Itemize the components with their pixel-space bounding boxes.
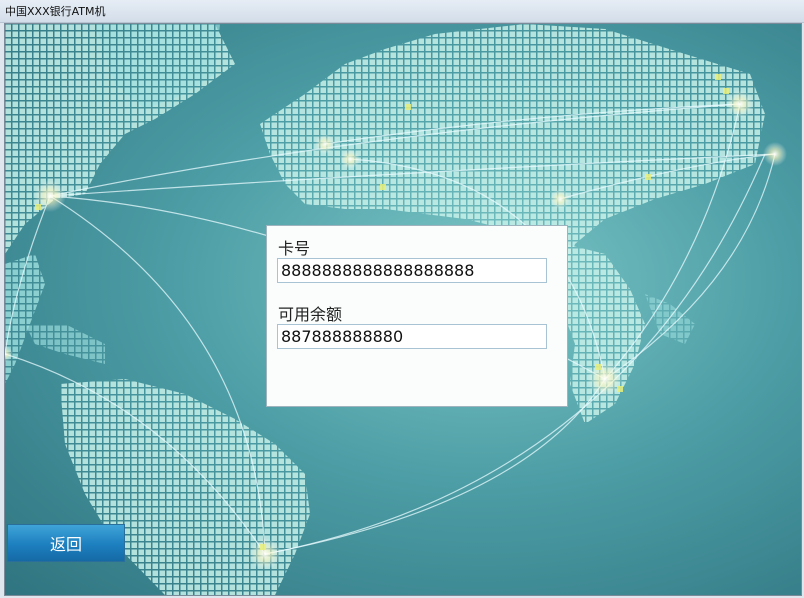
balance-field[interactable] [277, 324, 547, 349]
island-chain [645, 294, 695, 344]
continent-southeast-asia [560, 244, 645, 424]
balance-label: 可用余额 [278, 305, 343, 324]
card-number-field[interactable] [277, 258, 547, 283]
title-bar[interactable]: 中国XXX银行ATM机 [0, 0, 804, 23]
continent-caribbean [25, 324, 105, 364]
window-title: 中国XXX银行ATM机 [5, 5, 106, 18]
back-button[interactable]: 返回 [7, 524, 125, 562]
account-info-panel: 卡号 可用余额 [266, 225, 568, 407]
atm-window: 中国XXX银行ATM机 卡号 8888888888888888888 可用余额 … [0, 0, 804, 598]
card-number-label: 卡号 [278, 239, 311, 258]
client-area: 卡号 可用余额 返回 [4, 23, 802, 596]
